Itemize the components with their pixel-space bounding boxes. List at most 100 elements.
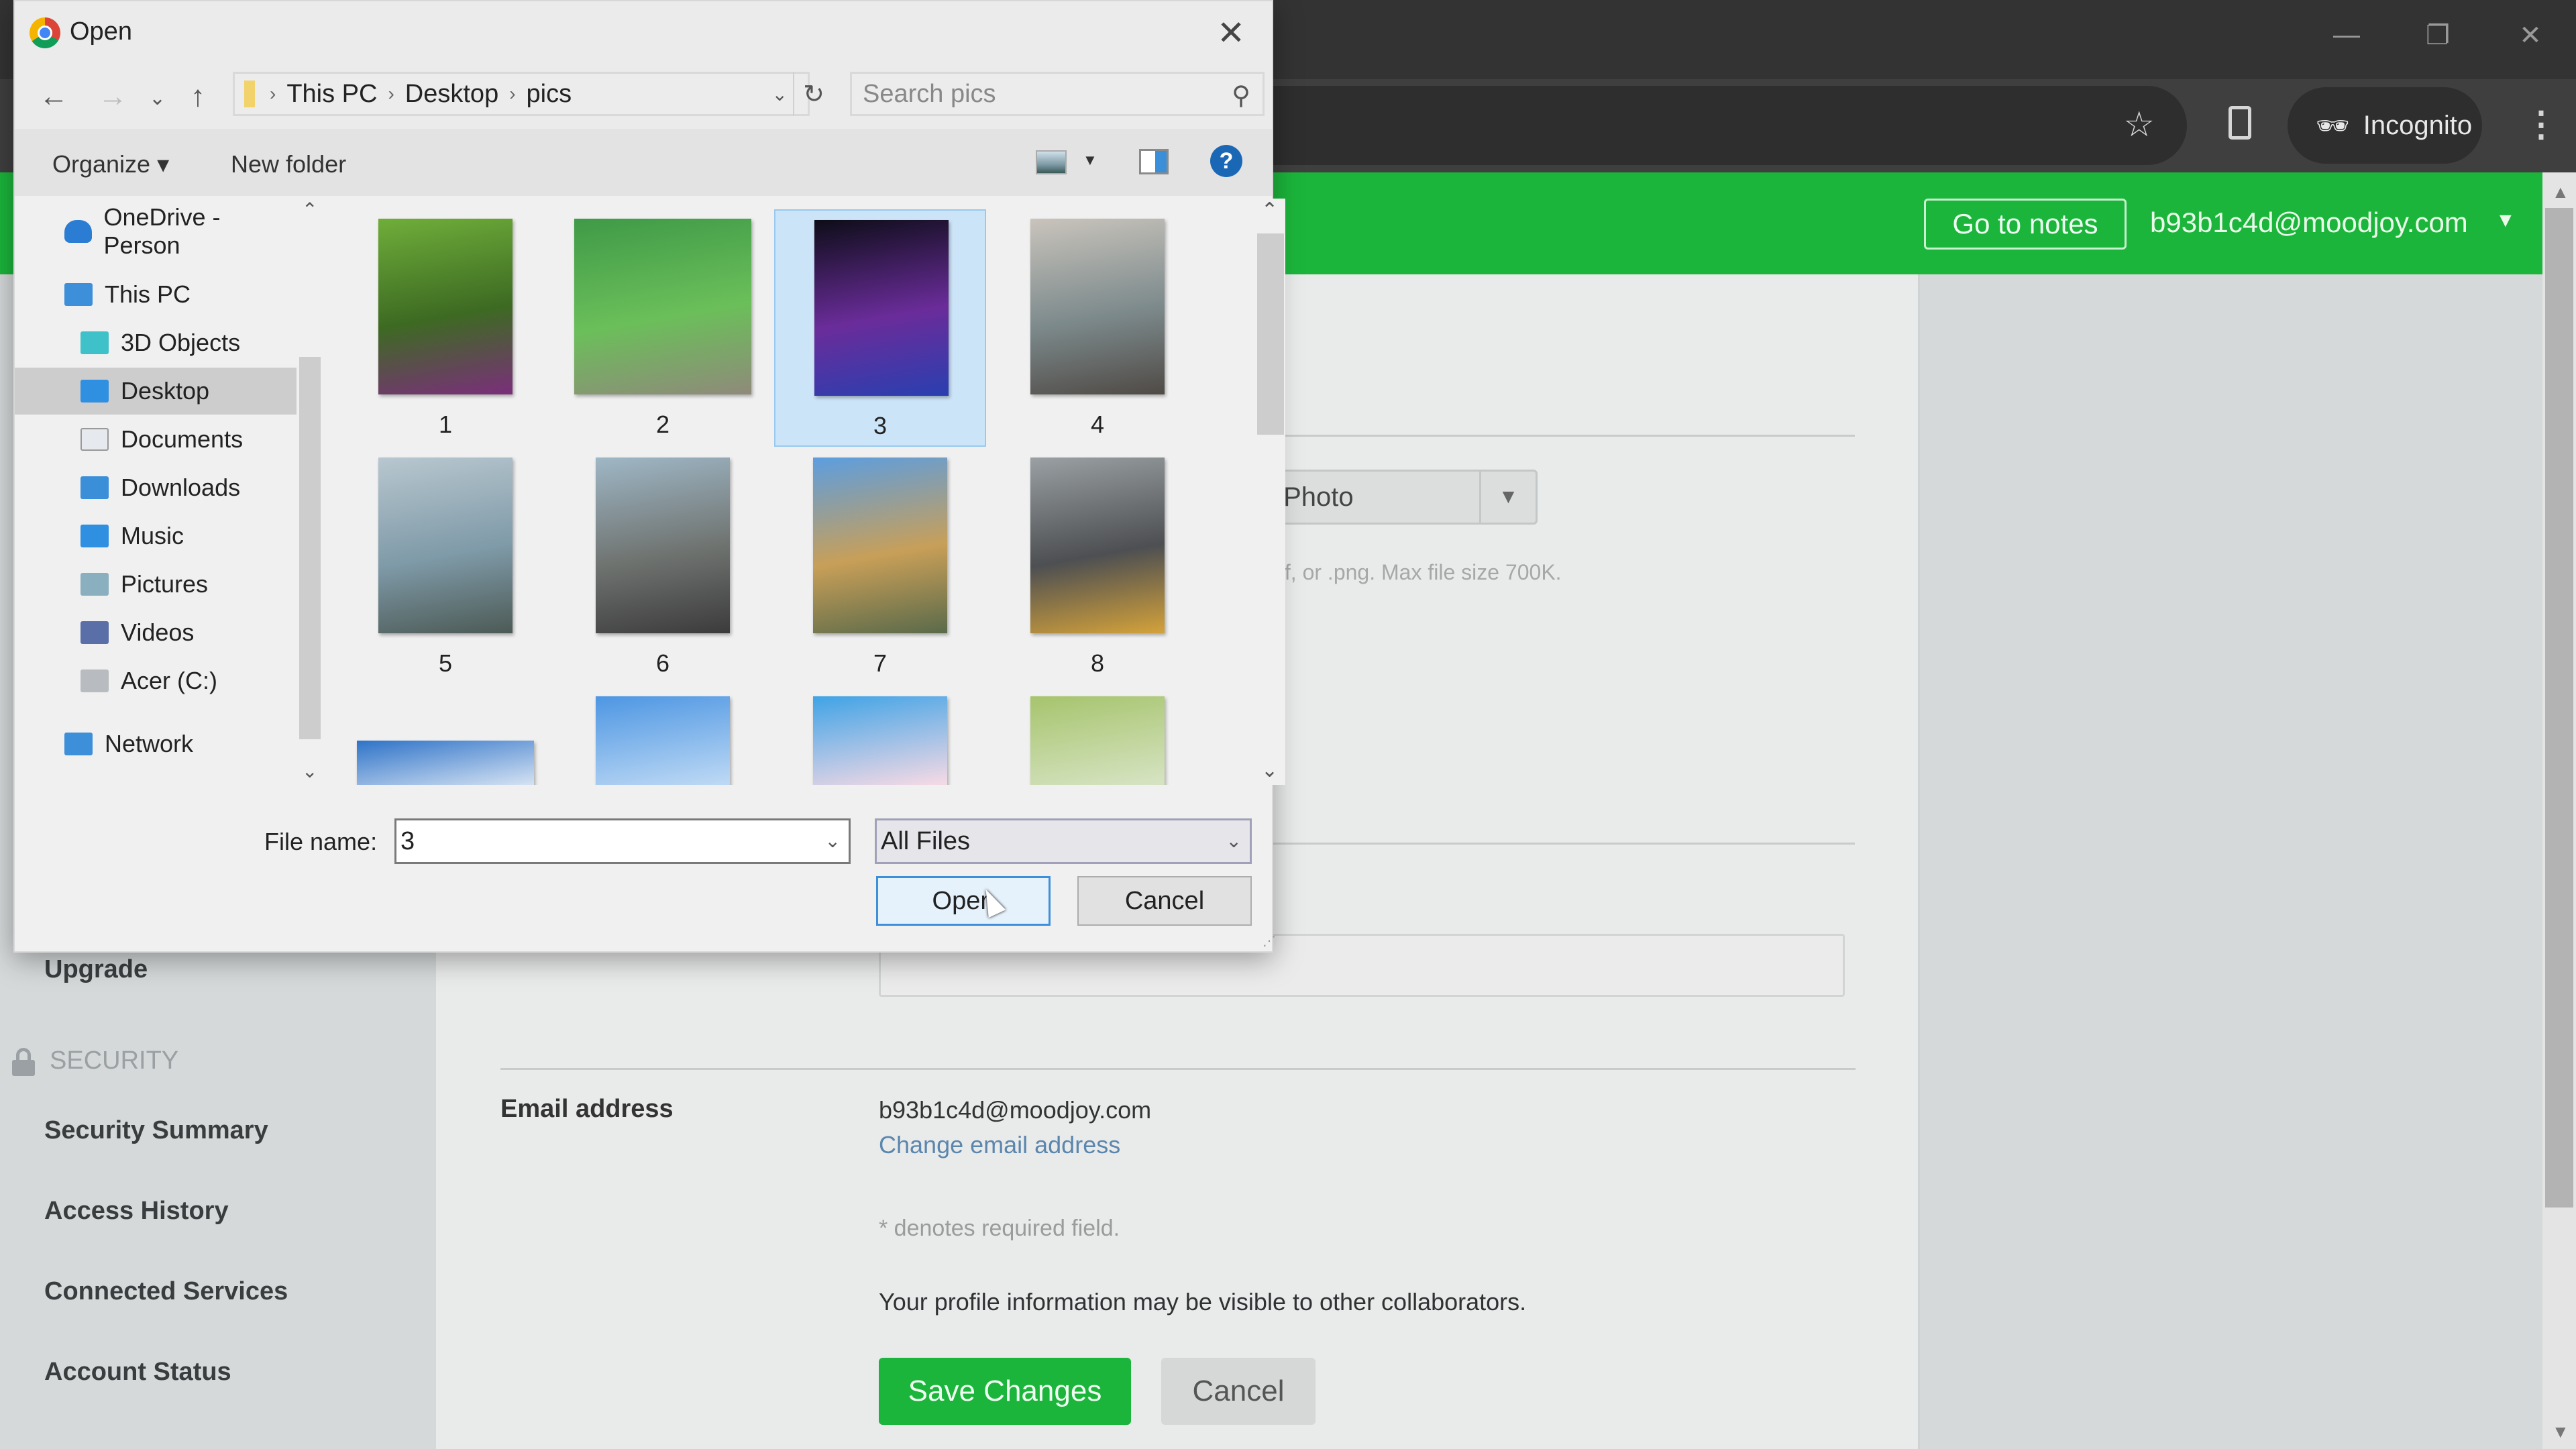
dialog-cancel-button[interactable]: Cancel <box>1077 876 1252 926</box>
scroll-up-icon[interactable]: ⌃ <box>302 199 317 221</box>
account-email[interactable]: b93b1c4d@moodjoy.com <box>2150 207 2468 239</box>
security-header-label: SECURITY <box>50 1046 179 1075</box>
image-thumbnail <box>378 219 513 394</box>
address-history-dropdown-icon[interactable]: ⌄ <box>772 83 788 105</box>
sidebar-item-access-history[interactable]: Access History <box>44 1197 229 1226</box>
scroll-up-icon[interactable]: ⌃ <box>1261 199 1278 222</box>
change-email-link[interactable]: Change email address <box>879 1131 1120 1159</box>
file-name-input[interactable]: 3 ⌄ <box>394 818 851 864</box>
breadcrumb-pics[interactable]: pics <box>527 80 572 109</box>
side-panel-icon[interactable] <box>2229 106 2251 140</box>
chevron-down-icon[interactable]: ⌄ <box>825 830 841 852</box>
nav-item-desktop[interactable]: Desktop <box>15 368 297 415</box>
scroll-up-icon[interactable]: ▲ <box>2552 182 2569 203</box>
go-to-notes-button[interactable]: Go to notes <box>1924 199 2127 250</box>
page-right-gutter <box>1920 274 2542 1449</box>
nav-item-videos[interactable]: Videos <box>15 609 297 656</box>
navigation-pane: OneDrive - Person This PC 3D Objects Deskto… <box>15 199 297 785</box>
search-icon[interactable]: ⚲ <box>1232 80 1250 111</box>
nav-item-label: Pictures <box>121 570 209 598</box>
refresh-icon[interactable]: ↻ <box>793 72 833 116</box>
file-name-label: 2 <box>655 411 670 438</box>
back-arrow-icon[interactable]: ← <box>39 80 68 113</box>
minimize-icon[interactable]: — <box>2326 20 2367 50</box>
star-icon[interactable]: ☆ <box>2123 105 2155 145</box>
file-name-label: 5 <box>438 649 453 677</box>
nav-item-acer-c[interactable]: Acer (C:) <box>15 657 297 704</box>
nav-item-this-pc[interactable]: This PC <box>15 271 297 318</box>
file-item[interactable]: 3 <box>774 209 986 447</box>
lock-icon <box>12 1047 35 1076</box>
nav-item-3d-objects[interactable]: 3D Objects <box>15 319 297 366</box>
divider <box>1268 843 1855 845</box>
search-input[interactable]: Search pics ⚲ <box>850 72 1265 116</box>
file-item[interactable]: 4 <box>991 209 1203 447</box>
scroll-down-icon[interactable]: ▼ <box>2552 1421 2569 1442</box>
nav-item-label: Videos <box>121 619 195 646</box>
dialog-title: Open <box>70 17 132 46</box>
page-scrollbar-thumb[interactable] <box>2545 208 2573 1208</box>
save-changes-button[interactable]: Save Changes <box>879 1358 1131 1425</box>
breadcrumb-this-pc[interactable]: This PC <box>286 80 377 109</box>
nav-item-onedrive-person[interactable]: OneDrive - Person <box>15 203 297 259</box>
nav-item-label: Documents <box>121 425 244 453</box>
recent-locations-icon[interactable]: ⌄ <box>149 87 166 110</box>
up-arrow-icon[interactable]: ↑ <box>191 80 205 113</box>
file-item[interactable] <box>557 687 769 785</box>
file-item[interactable]: 2 <box>557 209 769 447</box>
nav-item-pictures[interactable]: Pictures <box>15 561 297 608</box>
nav-item-network[interactable]: Network <box>15 720 297 767</box>
nav-item-music[interactable]: Music <box>15 513 297 559</box>
close-window-icon[interactable]: ✕ <box>2510 20 2551 51</box>
videos-icon <box>80 621 109 644</box>
file-item[interactable]: 7 <box>774 448 986 686</box>
close-icon[interactable]: ✕ <box>1217 13 1245 52</box>
open-button[interactable]: Open <box>876 876 1051 926</box>
file-item[interactable]: 5 <box>339 448 551 686</box>
sidebar-item-account-status[interactable]: Account Status <box>44 1358 231 1387</box>
computer-icon <box>64 283 93 306</box>
resize-grip-icon[interactable]: ⋰ <box>1263 932 1276 949</box>
breadcrumb-separator-icon[interactable]: › <box>388 83 394 105</box>
view-options-dropdown-icon[interactable]: ▼ <box>1083 152 1097 169</box>
preview-pane-icon[interactable] <box>1139 149 1169 174</box>
account-dropdown-icon[interactable]: ▼ <box>2496 209 2516 232</box>
scroll-down-icon[interactable]: ⌄ <box>302 760 317 782</box>
file-item[interactable]: 6 <box>557 448 769 686</box>
navigation-pane-scrollbar-thumb[interactable] <box>299 357 321 739</box>
chevron-down-icon[interactable]: ▼ <box>1479 472 1536 523</box>
address-bar[interactable]: ☆ <box>1140 86 2187 165</box>
forward-arrow-icon[interactable]: → <box>98 80 127 113</box>
chrome-logo-icon <box>30 17 60 48</box>
breadcrumb-separator-icon[interactable]: › <box>270 83 276 105</box>
breadcrumb-desktop[interactable]: Desktop <box>405 80 498 109</box>
incognito-indicator[interactable]: 🕶 Incognito <box>2288 87 2482 164</box>
cancel-button[interactable]: Cancel <box>1161 1358 1316 1425</box>
help-icon[interactable]: ? <box>1210 145 1242 177</box>
nav-item-downloads[interactable]: Downloads <box>15 464 297 511</box>
dialog-title-bar[interactable]: Open ✕ <box>15 1 1272 64</box>
nav-item-documents[interactable]: Documents <box>15 416 297 463</box>
photo-requirements-hint: gif, or .png. Max file size 700K. <box>1268 560 1562 584</box>
scroll-down-icon[interactable]: ⌄ <box>1261 759 1278 782</box>
breadcrumb[interactable]: › This PC › Desktop › pics ⌄ <box>233 72 810 116</box>
file-item[interactable]: 1 <box>339 209 551 447</box>
new-folder-button[interactable]: New folder <box>231 150 346 178</box>
browser-menu-icon[interactable]: ⋮ <box>2524 105 2559 145</box>
chevron-down-icon[interactable]: ⌄ <box>1226 830 1242 852</box>
sidebar-item-upgrade[interactable]: Upgrade <box>44 955 148 984</box>
file-grid: 1 2 3 4 5 6 7 8 <box>330 199 1256 785</box>
file-item[interactable]: 8 <box>991 448 1203 686</box>
breadcrumb-separator-icon[interactable]: › <box>509 83 515 105</box>
restore-icon[interactable]: ❐ <box>2418 20 2458 51</box>
file-item[interactable] <box>339 687 551 785</box>
file-type-select[interactable]: All Files ⌄ <box>875 818 1252 864</box>
onedrive-icon <box>64 220 92 243</box>
organize-button[interactable]: Organize ▾ <box>52 150 169 178</box>
file-item[interactable] <box>774 687 986 785</box>
change-view-icon[interactable] <box>1036 150 1067 174</box>
sidebar-item-connected-services[interactable]: Connected Services <box>44 1277 288 1306</box>
sidebar-item-security-summary[interactable]: Security Summary <box>44 1116 268 1145</box>
file-item[interactable] <box>991 687 1203 785</box>
file-grid-scrollbar-thumb[interactable] <box>1257 233 1284 435</box>
